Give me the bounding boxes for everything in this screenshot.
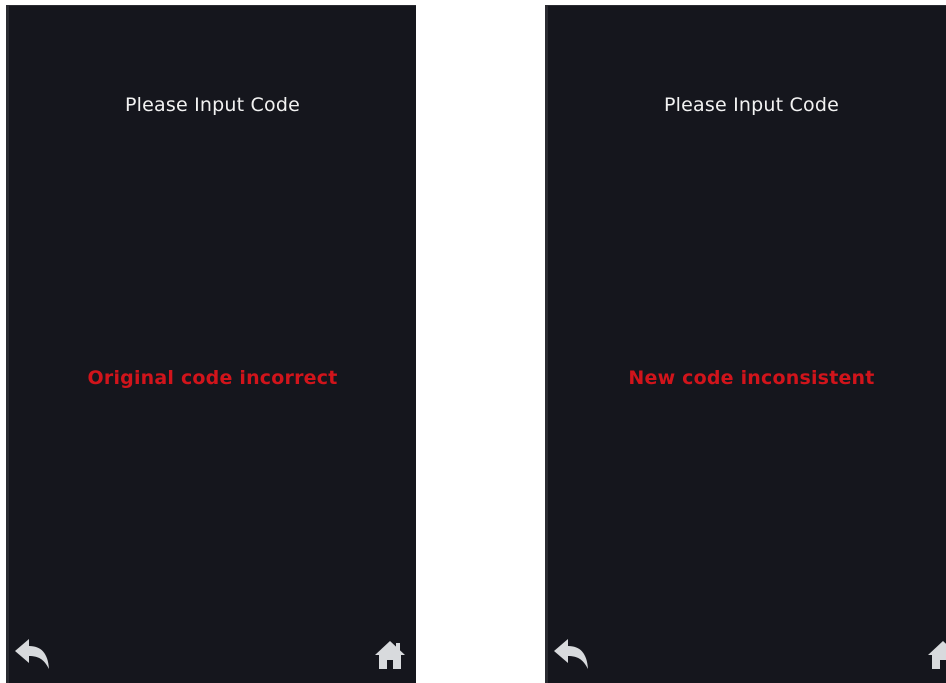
error-message: Original code incorrect: [87, 367, 338, 389]
code-screen-new-inconsistent: Please Input Code New code inconsistent: [545, 5, 946, 683]
error-message: New code inconsistent: [628, 367, 875, 389]
home-icon[interactable]: [927, 639, 946, 671]
code-screen-original-incorrect: Please Input Code Original code incorrec…: [6, 5, 416, 683]
input-code-prompt: Please Input Code: [664, 94, 839, 116]
back-arrow-icon[interactable]: [13, 637, 51, 671]
input-code-prompt: Please Input Code: [125, 94, 300, 116]
back-arrow-icon[interactable]: [552, 637, 590, 671]
home-icon[interactable]: [374, 639, 406, 671]
